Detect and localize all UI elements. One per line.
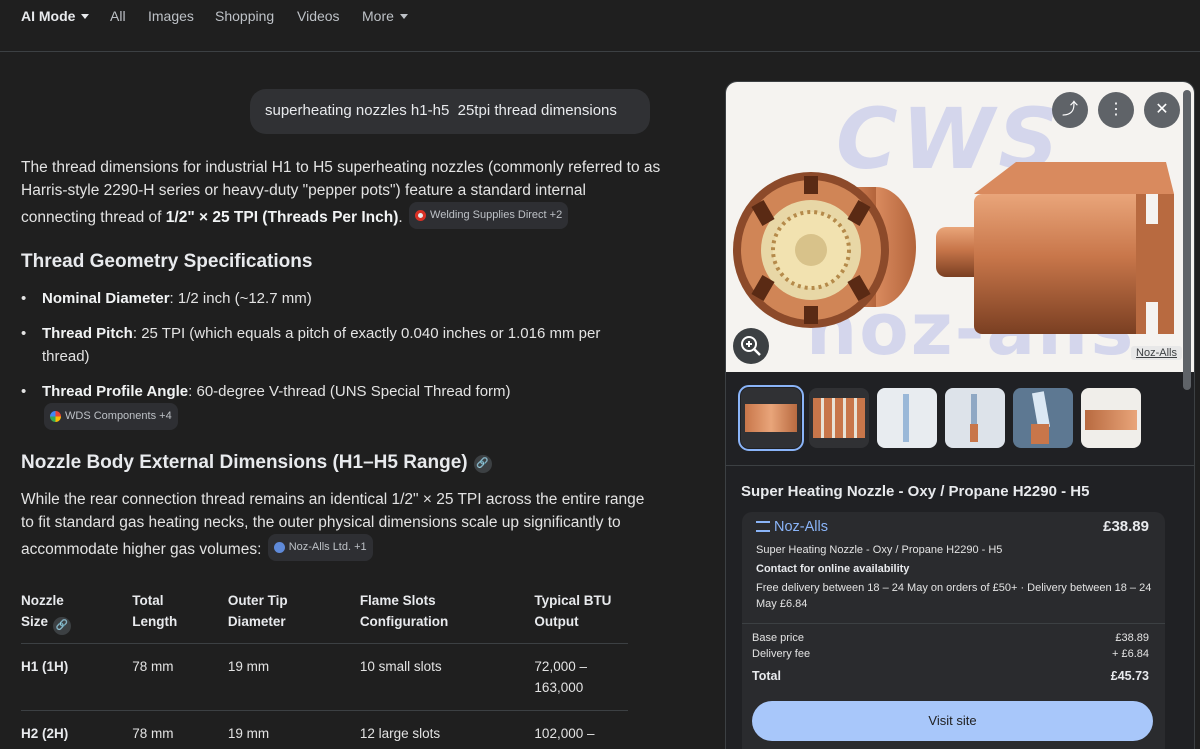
column-header-text: Nozzle Size (21, 593, 64, 629)
close-button[interactable]: ✕ (1144, 92, 1180, 128)
column-header-text: Total Length (132, 593, 178, 629)
divider (742, 623, 1165, 624)
delivery-fee-value: + £6.84 (1111, 648, 1149, 660)
source-favicon-icon (415, 210, 427, 221)
column-header-text: Outer Tip Diameter (227, 593, 288, 629)
intro-text-end: . (398, 209, 403, 226)
thumbnail[interactable] (945, 388, 1005, 448)
column-header: Nozzle Size 🔗 (21, 588, 132, 644)
more-options-button[interactable]: ⋮ (1098, 92, 1134, 128)
section-heading: Nozzle Body External Dimensions (H1–H5 R… (21, 452, 492, 474)
table-cell: 78 mm (132, 710, 228, 749)
section-heading-text: Nozzle Body External Dimensions (H1–H5 R… (21, 452, 468, 473)
source-chip-label: WDS Components +4 (65, 410, 172, 422)
table-cell: H1 (1H) (21, 643, 133, 711)
tab-ai-mode-label: AI Mode (21, 8, 76, 24)
bullet-text: : 1/2 inch (~12.7 mm) (169, 290, 312, 307)
table-cell: 10 small slots (359, 643, 535, 711)
total-value: £45.73 (1110, 669, 1149, 683)
total-label: Total (752, 669, 781, 683)
offer-price: £38.89 (1103, 518, 1149, 535)
share-button[interactable]: ⤴ (1052, 92, 1088, 128)
table-cell: 78 mm (132, 643, 228, 711)
chevron-down-icon (81, 14, 90, 19)
seller-name: Noz-Alls (774, 519, 828, 535)
source-chip[interactable]: WDS Components +4 (44, 403, 178, 430)
top-nav: AI Mode All Images Shopping Videos More (0, 0, 1200, 52)
bullet-label: Thread Profile Angle (42, 383, 189, 400)
table-cell: 12 large slots (359, 710, 535, 749)
thumbnail[interactable] (809, 388, 869, 448)
image-credit-link[interactable]: Noz-Alls (1131, 346, 1182, 360)
bullet-label: Thread Pitch (42, 325, 133, 342)
zoom-in-icon (741, 336, 761, 356)
column-header: Total Length (132, 588, 228, 644)
source-favicon-icon (273, 542, 285, 553)
seller-link[interactable]: Noz-Alls (756, 519, 828, 535)
source-favicon-icon (50, 411, 61, 422)
chevron-down-icon (399, 14, 408, 19)
delivery-fee-label: Delivery fee (752, 648, 811, 660)
tab-images[interactable]: Images (148, 8, 194, 24)
bullet-label: Nominal Diameter (42, 290, 170, 307)
bullet-dot: • (21, 383, 27, 400)
link-icon[interactable]: 🔗 (53, 617, 71, 635)
zoom-button[interactable] (733, 328, 769, 364)
column-header: Outer Tip Diameter (228, 588, 360, 644)
thumbnail[interactable] (877, 388, 937, 448)
offer-card: Noz-Alls £38.89 Super Heating Nozzle - O… (742, 512, 1165, 749)
tab-all[interactable]: All (110, 8, 126, 24)
source-chip[interactable]: Welding Supplies Direct +2 (409, 202, 569, 229)
base-price-value: £38.89 (1115, 632, 1149, 644)
bullet-text: : 60-degree V-thread (UNS Special Thread… (188, 383, 511, 400)
more-vert-icon: ⋮ (1108, 101, 1124, 118)
offer-subtitle: Super Heating Nozzle - Oxy / Propane H22… (756, 544, 1003, 556)
intro-paragraph: The thread dimensions for industrial H1 … (21, 156, 661, 229)
product-title: Super Heating Nozzle - Oxy / Propane H22… (741, 483, 1090, 500)
table-cell: 102,000 – 188,000 (534, 710, 628, 749)
column-header: Typical BTU Output (534, 588, 628, 644)
bullet-dot: • (21, 290, 27, 307)
source-chip-label: Welding Supplies Direct +2 (430, 209, 563, 221)
delivery-text: Free delivery between 18 – 24 May on ord… (756, 582, 1152, 610)
availability-text: Contact for online availability (756, 563, 910, 575)
bullet-dot: • (21, 325, 27, 342)
table-cell: 19 mm (227, 643, 360, 711)
table-header-row: Nozzle Size 🔗 Total Length Outer Tip Diam… (21, 588, 628, 644)
thumbnail[interactable] (738, 385, 804, 451)
column-header: Flame Slots Configuration (360, 588, 535, 644)
specs-table: Nozzle Size 🔗 Total Length Outer Tip Diam… (21, 588, 628, 749)
divider (726, 465, 1194, 466)
thumbnail-strip (726, 382, 1194, 452)
tab-more[interactable]: More (362, 8, 408, 24)
source-chip-label: Noz-Alls Ltd. +1 (288, 541, 367, 553)
table-cell: 19 mm (227, 710, 360, 749)
table-cell: H2 (2H) (21, 710, 133, 749)
thumbnail[interactable] (1081, 388, 1141, 448)
tab-more-label: More (362, 8, 394, 24)
section-paragraph: While the rear connection thread remains… (21, 488, 661, 561)
source-chip[interactable]: Noz-Alls Ltd. +1 (267, 534, 373, 561)
link-icon[interactable]: 🔗 (473, 455, 492, 473)
intro-bold-text: 1/2" × 25 TPI (Threads Per Inch) (165, 209, 399, 226)
table-row: H2 (2H) 78 mm 19 mm 12 large slots 102,0… (21, 710, 628, 749)
base-price-label: Base price (752, 632, 804, 644)
tab-ai-mode[interactable]: AI Mode (21, 8, 90, 24)
panel-scrollbar[interactable] (1183, 90, 1191, 390)
section-heading: Thread Geometry Specifications (21, 251, 313, 272)
share-icon: ⤴ (1061, 101, 1078, 118)
thumbnail[interactable] (1013, 388, 1073, 448)
product-panel: CWS noz-alls ⤴ ⋮ ✕ Noz-Alls Super Heatin… (725, 81, 1195, 749)
column-header-text: Typical BTU Output (534, 593, 612, 629)
close-icon: ✕ (1155, 101, 1169, 118)
table-cell: 72,000 – 163,000 (534, 643, 628, 711)
tab-shopping[interactable]: Shopping (215, 8, 274, 24)
table-row: H1 (1H) 78 mm 19 mm 10 small slots 72,00… (21, 643, 628, 711)
tab-videos[interactable]: Videos (297, 8, 340, 24)
product-image[interactable]: CWS noz-alls ⤴ ⋮ ✕ Noz-Alls (726, 82, 1194, 372)
column-header-text: Flame Slots Configuration (359, 593, 449, 629)
seller-logo-icon (756, 521, 770, 532)
query-bubble: superheating nozzles h1-h5 25tpi thread … (250, 89, 650, 134)
visit-site-button[interactable]: Visit site (752, 701, 1153, 741)
